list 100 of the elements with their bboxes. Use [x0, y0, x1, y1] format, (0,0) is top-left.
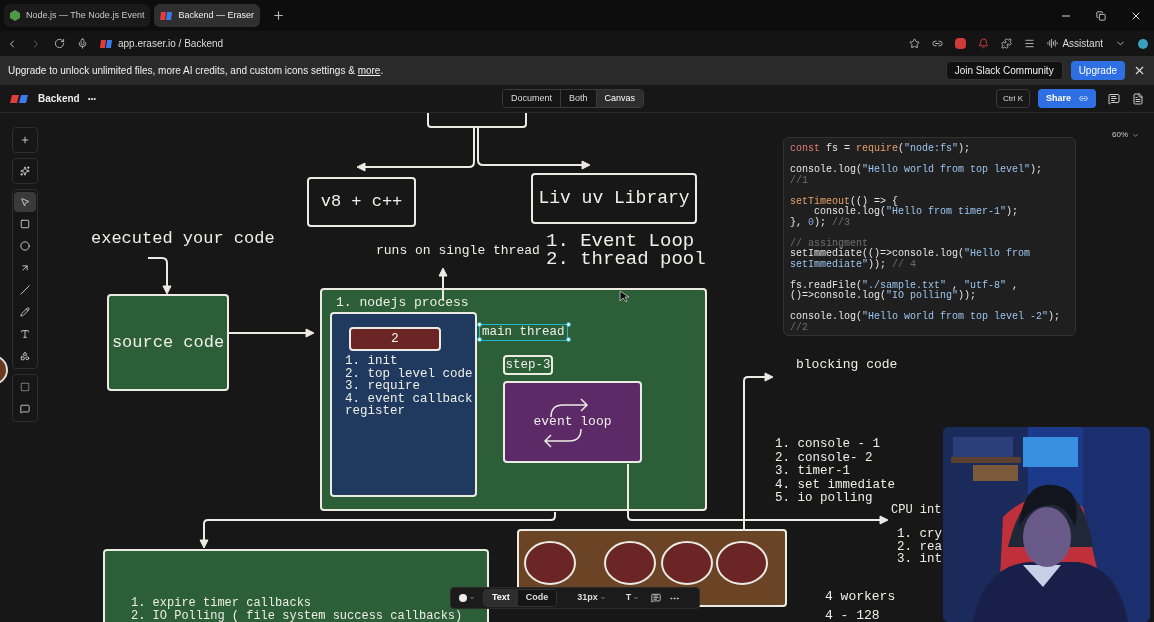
new-tab-icon[interactable]: [271, 9, 285, 22]
mode-tab[interactable]: Code: [517, 590, 557, 606]
mode-tab[interactable]: Text: [484, 590, 518, 606]
join-community-button[interactable]: Join Slack Community: [945, 61, 1063, 80]
file-name[interactable]: Backend: [38, 91, 80, 106]
code-line: console.log("Hello from timer-1");: [814, 207, 1020, 218]
code-block[interactable]: [783, 137, 1076, 336]
close-icon[interactable]: [1133, 64, 1146, 77]
annotation-text: executed your code: [91, 229, 275, 249]
list-item: 4. set immediate: [775, 478, 896, 492]
worker-circle: [604, 541, 656, 585]
plus-icon: [20, 135, 30, 145]
color-swatch[interactable]: [459, 594, 467, 602]
annotation-text: 4 workers: [825, 590, 896, 605]
worker-circle: [661, 541, 713, 585]
source-node: source code: [107, 294, 229, 391]
share-button[interactable]: Share: [1038, 89, 1096, 108]
code-line: setTimeout(() => {: [790, 196, 899, 207]
list-item: 2. thread pool: [546, 250, 706, 268]
list-item: 2. rea: [897, 540, 942, 553]
address-field[interactable]: app.eraser.io / Backend: [118, 36, 224, 51]
logo-icon: [10, 94, 28, 103]
arrow-icon: [20, 263, 30, 273]
resize-handle[interactable]: [477, 322, 482, 327]
bell-icon[interactable]: [978, 38, 990, 49]
code-line: }, 0); //3: [790, 217, 851, 228]
pointer-tool[interactable]: [14, 192, 36, 212]
circle-icon: [20, 241, 30, 251]
shortcut-button[interactable]: Ctrl K: [996, 89, 1030, 108]
logo-icon: [100, 39, 112, 48]
square-icon: [20, 219, 30, 229]
code-line: //1: [790, 175, 808, 186]
link-icon[interactable]: [932, 38, 944, 49]
code-line: setImmediate")); // 4: [790, 259, 917, 270]
resize-handle[interactable]: [566, 322, 571, 327]
resize-handle[interactable]: [566, 337, 571, 342]
document-icon[interactable]: [1132, 92, 1144, 105]
star-icon[interactable]: [909, 38, 921, 49]
chevron-down-icon: [599, 595, 606, 601]
list-item: 3. timer-1: [775, 465, 851, 479]
list-item: 3. require: [345, 380, 421, 393]
annotation-text: blocking code: [796, 358, 898, 373]
more-button[interactable]: •••: [87, 92, 97, 105]
sparkle-icon: [20, 166, 30, 176]
browser-tab[interactable]: Node.js — The Node.js Event: [4, 4, 151, 27]
hexagon-icon: [10, 10, 20, 21]
code-line: const fs = require("node:fs");: [790, 144, 972, 155]
line-icon: [20, 285, 30, 295]
code-line: //2: [790, 322, 808, 333]
worker-circle: [524, 541, 576, 585]
worker-circle: [716, 541, 768, 585]
maximize-icon[interactable]: [1096, 10, 1106, 21]
list-item: 1. console - 1: [775, 438, 882, 452]
view-tab[interactable]: Canvas: [595, 90, 644, 107]
cursor-icon: [619, 290, 631, 303]
list-item: 2. IO Polling ( file system success callbacks): [131, 609, 463, 622]
extension-icon[interactable]: [955, 38, 967, 49]
list-item: 4. event callback register: [345, 392, 474, 418]
list-item: 1. cry: [897, 528, 942, 541]
annotation-text: 4 - 128: [825, 609, 880, 622]
library-node: Liv uv Library: [531, 173, 697, 224]
list-item: 1. expire timer callbacks: [131, 597, 312, 610]
browser-tab[interactable]: Backend — Eraser: [154, 4, 260, 27]
step-badge: 2: [349, 327, 441, 351]
chevron-down-icon[interactable]: [469, 595, 475, 601]
comment-icon[interactable]: [651, 593, 662, 603]
annotation-text: CPU int: [891, 504, 942, 518]
frame-icon: [20, 382, 30, 392]
reload-icon[interactable]: [54, 38, 65, 49]
menu-icon[interactable]: [1024, 38, 1036, 49]
step-node: step-3: [503, 355, 553, 375]
puzzle-icon[interactable]: [1001, 38, 1013, 49]
font-dropdown[interactable]: T: [625, 591, 640, 605]
list-item: 5. io polling: [775, 492, 874, 506]
chevron-down-icon: [1132, 131, 1139, 139]
v8-node: v8 + c++: [307, 177, 416, 227]
font-size-dropdown[interactable]: 31px: [577, 591, 606, 605]
resize-handle[interactable]: [477, 337, 482, 342]
arrow: [147, 257, 172, 295]
list-item: 3. int: [897, 553, 942, 566]
zoom-control[interactable]: 60%: [1112, 129, 1139, 141]
microphone-icon[interactable]: [77, 38, 88, 49]
chevron-down-icon: [633, 595, 640, 601]
text-icon: [20, 329, 30, 339]
profile-icon[interactable]: [1138, 38, 1148, 49]
code-line: ()=>console.log("IO polling"));: [790, 291, 978, 302]
process-title: 1. nodejs process: [336, 296, 469, 311]
arrow: [438, 267, 448, 301]
list-item: 2. console- 2: [775, 451, 874, 465]
code-line: console.log("Hello world from top level");: [790, 165, 1044, 176]
code-line: fs.readFile("./sample.txt" , "utf-8" ,: [790, 280, 1020, 291]
upgrade-button[interactable]: Upgrade: [1070, 61, 1125, 80]
code-line: setImmediate(()=>console.log("Hello from: [790, 249, 1032, 260]
upgrade-message: Upgrade to unlock unlimited files, more AI credits, and custom icons settings & more.: [8, 64, 384, 78]
pencil-icon: [20, 307, 30, 317]
annotation-text: runs on single thread: [376, 244, 540, 259]
comment-icon[interactable]: [1108, 92, 1120, 105]
code-line: console.log("Hello world from top level -2");: [790, 312, 1062, 323]
assistant-button[interactable]: Assistant: [1062, 36, 1103, 51]
audio-icon[interactable]: [1047, 38, 1059, 49]
